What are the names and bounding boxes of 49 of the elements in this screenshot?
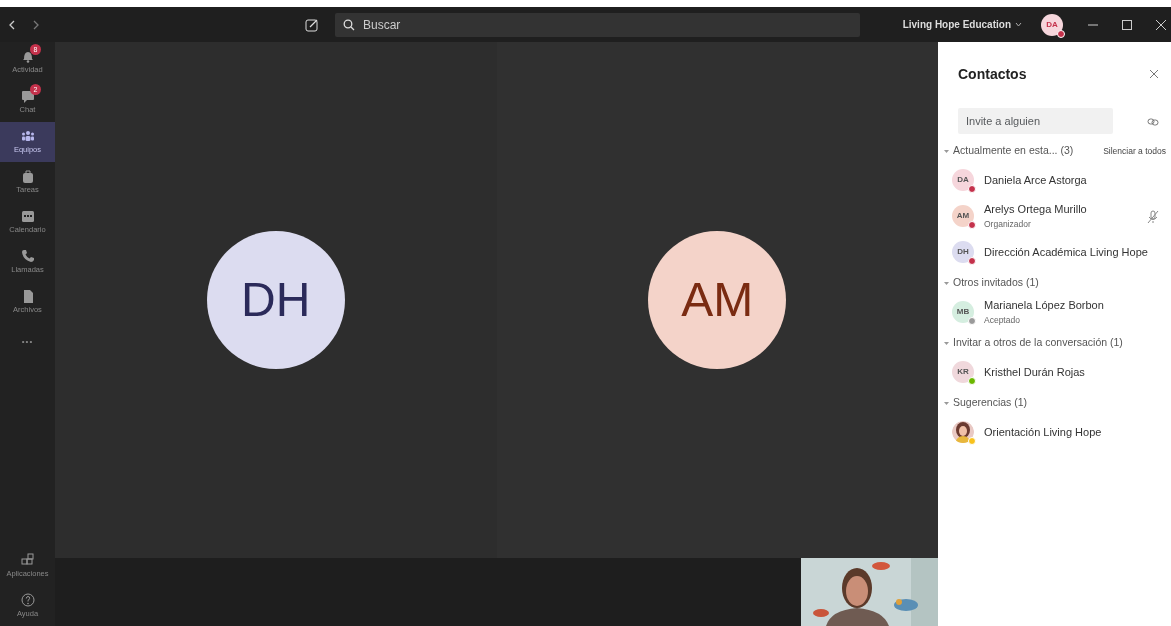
contact-name: Arelys Ortega Murillo bbox=[984, 202, 1087, 218]
caret-icon bbox=[944, 340, 949, 346]
search-icon bbox=[343, 18, 355, 31]
contact-row[interactable]: DH Dirección Académica Living Hope bbox=[944, 234, 1171, 270]
contact-role: Aceptado bbox=[984, 313, 1021, 327]
invite-field[interactable]: Invite a alguien bbox=[958, 107, 1113, 135]
compose-icon[interactable] bbox=[305, 18, 319, 33]
section-header[interactable]: Actualmente en esta... (3) bbox=[944, 140, 1074, 162]
search-field[interactable]: Buscar bbox=[335, 12, 860, 37]
caret-icon bbox=[944, 148, 949, 154]
section-header[interactable]: Otros invitados (1) bbox=[944, 272, 1039, 294]
link-icon[interactable] bbox=[1147, 116, 1159, 127]
contact-row[interactable]: KR Kristhel Durán Rojas bbox=[944, 354, 1171, 390]
contact-name: Orientación Living Hope bbox=[984, 424, 1102, 440]
caret-icon bbox=[944, 280, 949, 286]
participant-avatar: AM bbox=[648, 231, 787, 369]
back-icon[interactable] bbox=[8, 18, 16, 31]
contact-row[interactable]: Orientación Living Hope bbox=[944, 414, 1171, 450]
forward-icon[interactable] bbox=[32, 18, 40, 31]
contact-name: Daniela Arce Astorga bbox=[984, 172, 1087, 188]
contact-row[interactable]: MB Marianela López Borbon Aceptado bbox=[944, 294, 1171, 330]
help-icon bbox=[19, 592, 36, 609]
contact-avatar: DH bbox=[952, 241, 974, 263]
calendar-icon bbox=[19, 208, 36, 225]
contact-name: Marianela López Borbon bbox=[984, 298, 1104, 314]
contact-row[interactable]: DA Daniela Arce Astorga bbox=[944, 162, 1171, 198]
contact-avatar: DA bbox=[952, 169, 974, 191]
panel-title: Contactos bbox=[958, 64, 1027, 84]
chevron-down-icon bbox=[1015, 22, 1022, 27]
contact-name: Kristhel Durán Rojas bbox=[984, 364, 1085, 380]
caret-icon bbox=[944, 400, 949, 406]
contact-avatar: KR bbox=[952, 361, 974, 383]
phone-icon bbox=[19, 248, 36, 265]
maximize-icon[interactable] bbox=[1121, 18, 1133, 31]
mute-all-link[interactable]: Silenciar a todos bbox=[1102, 143, 1167, 159]
more-button[interactable]: ••• bbox=[0, 322, 55, 362]
participant-avatar: DH bbox=[206, 231, 345, 369]
close-icon[interactable] bbox=[1155, 18, 1167, 31]
section-header[interactable]: Invitar a otros de la conversación (1) bbox=[944, 332, 1123, 354]
chat-icon bbox=[19, 88, 36, 105]
section-header[interactable]: Sugerencias (1) bbox=[944, 392, 1028, 414]
user-avatar[interactable]: DA bbox=[1041, 13, 1063, 36]
contact-role: Organizador bbox=[984, 217, 1032, 231]
org-switcher[interactable]: Living Hope Education bbox=[901, 16, 1023, 33]
contact-row[interactable]: AM Arelys Ortega Murillo Organizador bbox=[944, 198, 1171, 234]
contact-avatar: AM bbox=[952, 205, 974, 227]
contact-avatar: MB bbox=[952, 301, 974, 323]
search-input[interactable]: Buscar bbox=[361, 14, 860, 35]
contact-name: Dirección Académica Living Hope bbox=[984, 244, 1148, 260]
